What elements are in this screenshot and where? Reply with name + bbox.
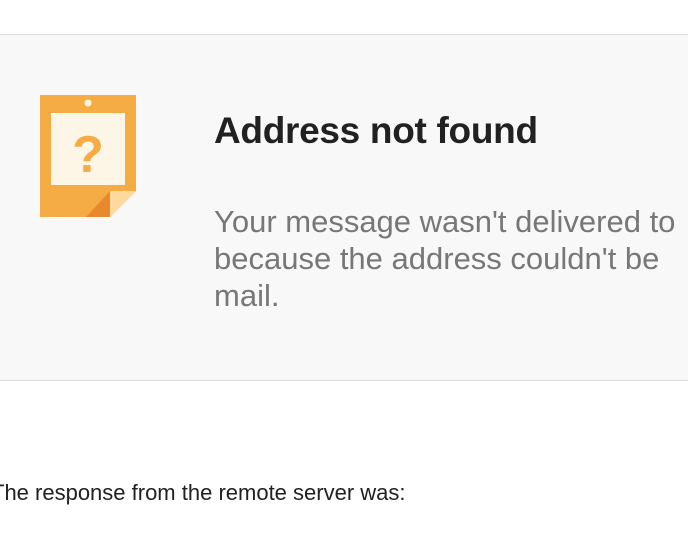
email-page: ? Address not found Your message wasn't … <box>0 0 688 538</box>
response-intro: The response from the remote server was: <box>0 480 406 505</box>
bounce-message-line: because the address couldn't be <box>214 241 660 276</box>
question-note-icon: ? <box>40 95 136 217</box>
page-title: Address not found <box>214 110 538 151</box>
bounce-message: Your message wasn't delivered to because… <box>214 203 688 314</box>
question-mark-glyph: ? <box>72 126 104 184</box>
bounce-message-line: Your message wasn't delivered to <box>214 204 676 239</box>
bounce-message-line: mail. <box>214 278 280 313</box>
